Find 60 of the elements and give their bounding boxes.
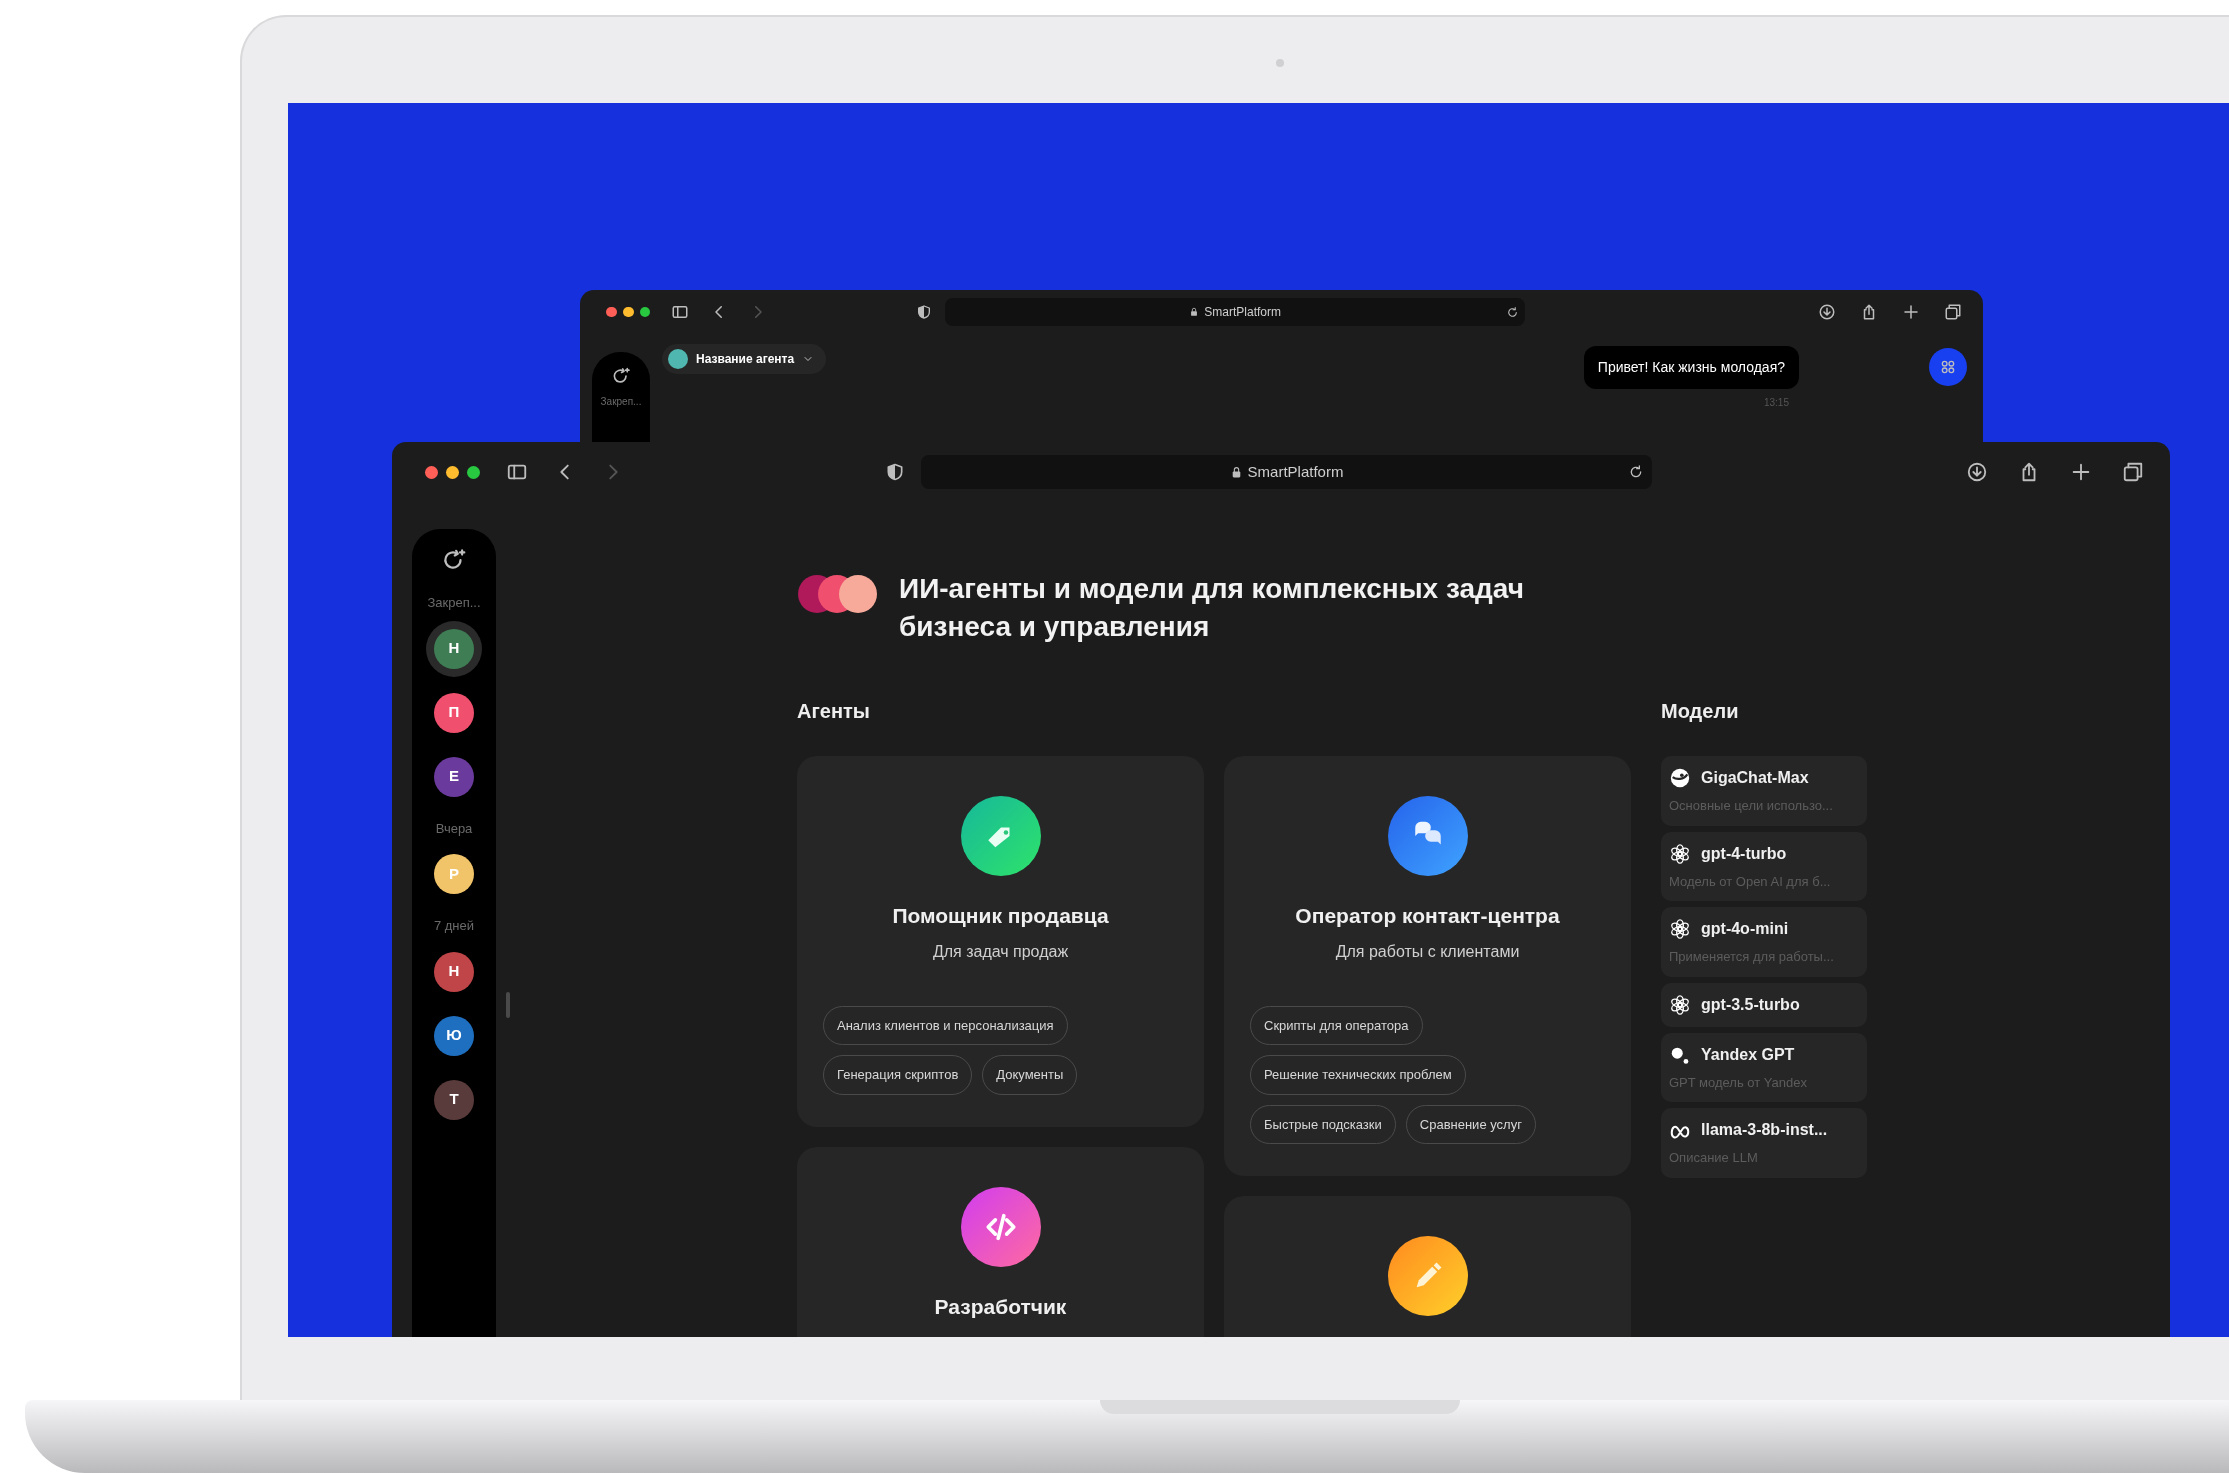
download-icon[interactable] <box>1818 303 1837 321</box>
model-name: Yandex GPT <box>1701 1044 1795 1065</box>
agent-avatar <box>668 349 688 369</box>
agent-title: Оператор контакт-центра <box>1295 903 1560 929</box>
chat-avatar[interactable]: Т <box>434 1079 474 1120</box>
maximize-button[interactable] <box>467 465 480 479</box>
sidebar-section-label: 7 дней <box>433 917 475 935</box>
agent-selector[interactable]: Название агента <box>662 344 827 374</box>
lock-icon <box>1189 307 1200 317</box>
resize-handle[interactable] <box>506 992 510 1018</box>
model-name: llama-3-8b-inst... <box>1701 1120 1828 1140</box>
section-title: Модели <box>1661 699 1740 724</box>
sidebar-section-label: Закреп... <box>427 594 481 612</box>
flower-logo-icon <box>1669 842 1691 865</box>
model-name: gpt-4o-mini <box>1701 919 1789 939</box>
close-button[interactable] <box>606 306 617 318</box>
flower-logo-icon <box>1669 993 1691 1016</box>
message-time: 13:15 <box>1763 396 1789 410</box>
agent-card[interactable]: Оператор контакт-центра Для работы с клиентами Скрипты для оператора Решение технических проблем Быстрые подсказки Сравнение услуг <box>1224 756 1631 1176</box>
agent-title: Помощник продавца <box>892 903 1109 929</box>
chat-avatar[interactable]: Е <box>434 756 474 797</box>
minimize-button[interactable] <box>623 306 634 318</box>
sphere-logo-icon <box>1669 767 1691 789</box>
page-heading: ИИ-агенты и модели для комплексных задач бизнеса и управления <box>899 572 1525 644</box>
agent-card[interactable]: Разработчик <box>797 1146 1204 1337</box>
model-name: gpt-3.5-turbo <box>1701 994 1800 1015</box>
close-button[interactable] <box>425 465 438 479</box>
agent-subtitle: Для задач продаж <box>932 941 1069 962</box>
chat-avatar[interactable]: Ю <box>434 1015 474 1056</box>
plus-icon[interactable] <box>2070 461 2092 483</box>
address-bar[interactable]: SmartPlatform <box>945 298 1526 326</box>
model-card[interactable]: gpt-3.5-turbo <box>1661 982 1867 1027</box>
tabs-icon[interactable] <box>2122 461 2144 483</box>
camera-dot <box>1276 59 1284 67</box>
sidebar-section-label: Закреп... <box>600 395 642 409</box>
shield-icon[interactable] <box>885 462 905 482</box>
model-name: GigaChat-Max <box>1701 768 1809 788</box>
download-icon[interactable] <box>1966 461 1988 483</box>
maximize-button[interactable] <box>639 306 651 318</box>
address-bar[interactable]: SmartPlatform <box>921 455 1652 489</box>
section-title: Агенты <box>797 699 871 724</box>
apps-button[interactable] <box>1929 348 1967 386</box>
agent-card[interactable]: Помощник продавца Для задач продаж Анализ клиентов и персонализация Генерация скриптов Документы <box>797 756 1204 1127</box>
agent-title: Разработчик <box>934 1293 1067 1320</box>
agent-subtitle: Для работы с клиентами <box>1335 941 1520 962</box>
chat-message: Привет! Как жизнь молодая? <box>1583 346 1799 389</box>
shield-icon[interactable] <box>916 304 933 320</box>
model-name: gpt-4-turbo <box>1701 843 1787 864</box>
reload-icon[interactable] <box>1505 305 1519 319</box>
sidebar-icon[interactable] <box>671 303 690 321</box>
flower-logo-icon <box>1669 918 1691 940</box>
tabs-icon[interactable] <box>1944 303 1963 321</box>
new-chat-icon[interactable] <box>611 366 631 386</box>
grid-icon <box>1940 359 1956 375</box>
plus-icon[interactable] <box>1902 303 1921 321</box>
reload-icon[interactable] <box>1628 464 1644 480</box>
logo-icon <box>797 574 879 614</box>
sidebar-section-label: Вчера <box>435 819 473 838</box>
minimize-button[interactable] <box>446 465 459 479</box>
chat-avatar[interactable]: Н <box>434 951 474 992</box>
